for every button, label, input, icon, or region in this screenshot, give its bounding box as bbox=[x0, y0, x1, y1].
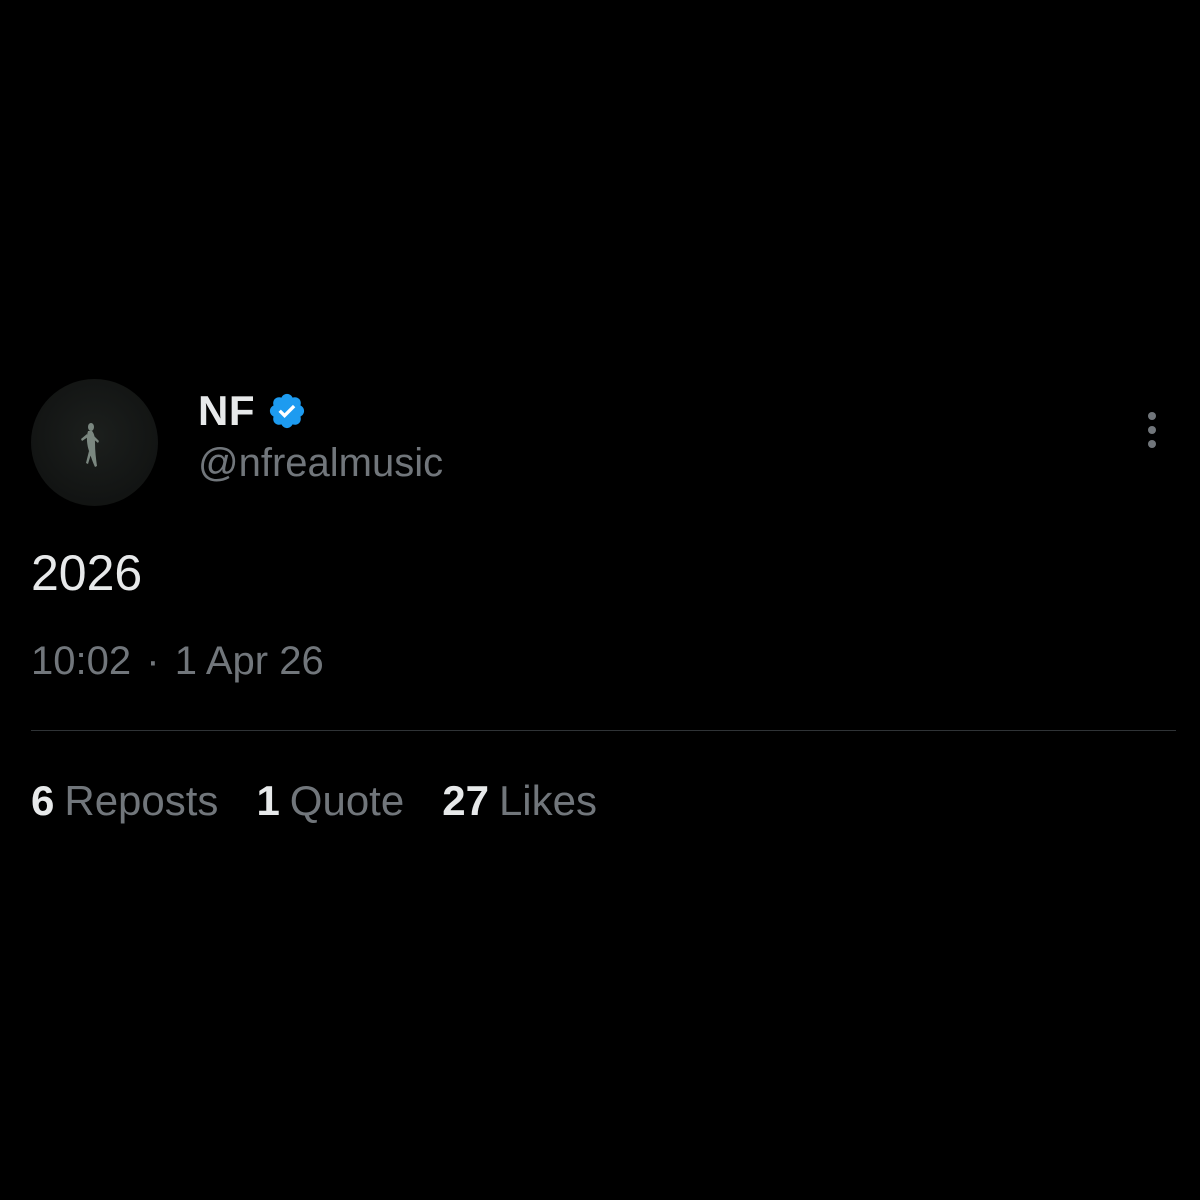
more-vertical-icon-dot bbox=[1148, 440, 1156, 448]
quotes-stat[interactable]: 1 Quote bbox=[256, 780, 404, 822]
author-name-row: NF bbox=[198, 383, 307, 439]
engagement-stats: 6 Reposts 1 Quote 27 Likes bbox=[31, 780, 635, 822]
more-options-button[interactable] bbox=[1132, 405, 1172, 455]
quotes-label: Quote bbox=[289, 777, 405, 824]
tweet-detail: NF @nfrealmusic 2026 10:02 · 1 Apr 26 6 … bbox=[0, 0, 1200, 1200]
likes-count: 27 bbox=[442, 777, 489, 824]
quotes-count: 1 bbox=[256, 777, 280, 824]
divider bbox=[31, 730, 1176, 731]
timestamp-row: 10:02 · 1 Apr 26 bbox=[31, 641, 324, 681]
more-vertical-icon-dot bbox=[1148, 426, 1156, 434]
tweet-text: 2026 bbox=[31, 545, 143, 601]
reposts-stat[interactable]: 6 Reposts bbox=[31, 780, 218, 822]
verified-badge-icon bbox=[267, 391, 307, 431]
avatar-figure-icon bbox=[81, 423, 99, 467]
display-name[interactable]: NF bbox=[198, 390, 255, 432]
likes-stat[interactable]: 27 Likes bbox=[442, 780, 597, 822]
author-handle[interactable]: @nfrealmusic bbox=[198, 443, 443, 483]
more-vertical-icon bbox=[1148, 412, 1156, 420]
reposts-count: 6 bbox=[31, 777, 55, 824]
timestamp-separator: · bbox=[146, 639, 160, 683]
avatar[interactable] bbox=[31, 379, 158, 506]
tweet-date[interactable]: 1 Apr 26 bbox=[175, 639, 324, 683]
likes-label: Likes bbox=[498, 777, 597, 824]
tweet-time[interactable]: 10:02 bbox=[31, 639, 131, 683]
reposts-label: Reposts bbox=[64, 777, 219, 824]
